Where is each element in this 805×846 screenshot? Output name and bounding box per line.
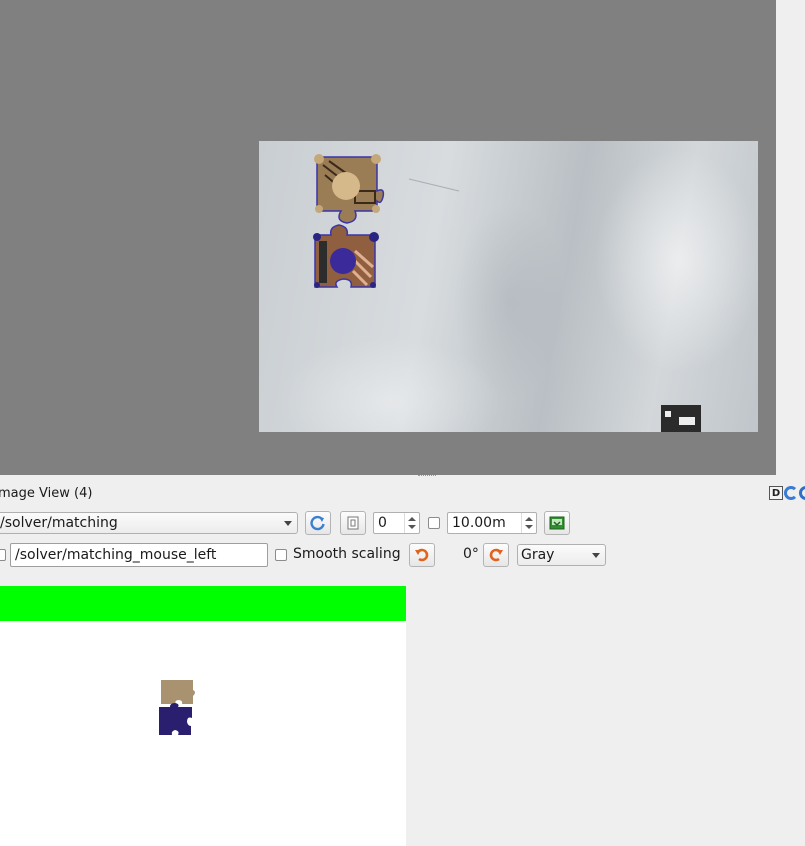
- camera-image-view[interactable]: [0, 0, 776, 475]
- max-range-value: 10.00m: [452, 515, 506, 531]
- topic-select[interactable]: /solver/matching: [0, 512, 298, 534]
- max-range-spinbox[interactable]: 10.00m: [447, 512, 537, 534]
- matching-image-view[interactable]: [0, 586, 406, 846]
- spin-up-icon[interactable]: [408, 517, 416, 521]
- rotate-left-button[interactable]: [409, 543, 435, 567]
- rotate-right-button[interactable]: [483, 543, 509, 567]
- spin-up-icon[interactable]: [525, 517, 533, 521]
- image-index-value: 0: [378, 515, 387, 531]
- save-image-icon: [549, 516, 565, 530]
- mouse-topic-value: /solver/matching_mouse_left: [15, 547, 217, 563]
- reload-icon[interactable]: [784, 486, 798, 500]
- image-index-spinbox[interactable]: 0: [373, 512, 420, 534]
- panel-title: mage View (4): [0, 486, 93, 501]
- rotation-label: 0°: [463, 546, 479, 562]
- matched-blue-piece: [159, 703, 192, 735]
- rotate-left-icon: [415, 548, 429, 562]
- refresh-topics-button[interactable]: [305, 511, 331, 535]
- smooth-scaling-label: Smooth scaling: [293, 546, 401, 562]
- chevron-down-icon: [592, 553, 600, 558]
- chevron-down-icon: [284, 521, 292, 526]
- zoom-1-button[interactable]: [340, 511, 366, 535]
- splitter-handle[interactable]: [418, 475, 436, 479]
- close-icon[interactable]: [799, 486, 805, 500]
- matched-pieces: [159, 680, 195, 735]
- rotate-right-icon: [489, 548, 503, 562]
- camera-photo: [259, 141, 758, 432]
- tan-puzzle-piece: [314, 154, 385, 224]
- depth-checkbox[interactable]: [428, 517, 440, 529]
- save-image-button[interactable]: [544, 511, 570, 535]
- mouse-publish-checkbox[interactable]: [0, 549, 6, 561]
- puzzle-overlay: [313, 154, 460, 288]
- aruco-marker: [661, 405, 701, 432]
- spin-down-icon[interactable]: [408, 525, 416, 529]
- zoom-original-icon: [347, 516, 359, 530]
- smooth-scaling-checkbox[interactable]: [275, 549, 287, 561]
- spin-down-icon[interactable]: [525, 525, 533, 529]
- blue-puzzle-piece: [313, 224, 379, 288]
- dock-widget-buttons: D: [769, 486, 805, 502]
- matched-tan-piece: [161, 680, 195, 704]
- topic-select-value: /solver/matching: [0, 515, 118, 531]
- colormap-select[interactable]: Gray: [517, 544, 606, 566]
- refresh-icon: [310, 515, 325, 531]
- mouse-topic-input[interactable]: /solver/matching_mouse_left: [10, 543, 268, 567]
- colormap-value: Gray: [521, 547, 555, 563]
- dock-d-button[interactable]: D: [769, 486, 783, 500]
